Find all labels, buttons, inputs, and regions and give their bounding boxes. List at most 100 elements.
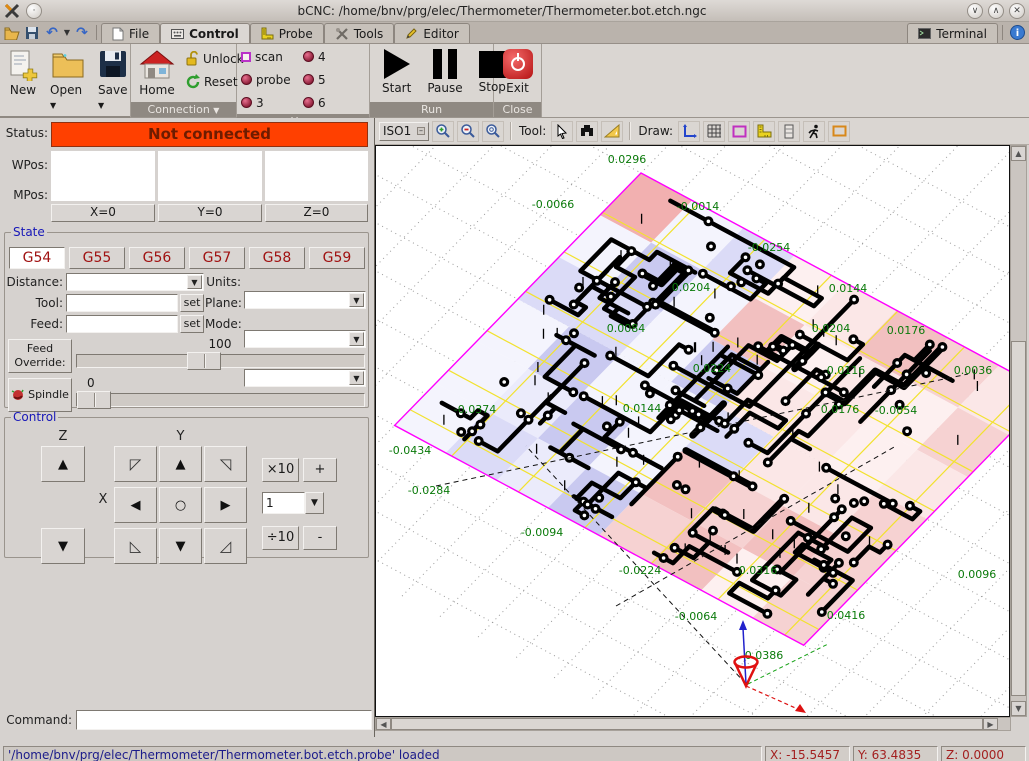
connection-status[interactable]: Not connected xyxy=(51,122,368,147)
save-button[interactable]: Save ▼ xyxy=(94,46,132,114)
step-mul10-button[interactable]: ×10 xyxy=(262,458,299,482)
pause-button[interactable]: Pause xyxy=(423,46,466,98)
gantry-icon[interactable] xyxy=(576,121,598,142)
camera-icon[interactable] xyxy=(828,121,850,142)
wcs-g55-button[interactable]: G55 xyxy=(69,247,125,269)
scroll-left-icon[interactable]: ◀ xyxy=(376,718,391,730)
spindle-button[interactable]: Spindle xyxy=(8,378,72,412)
zero-x-button[interactable]: X=0 xyxy=(51,204,155,222)
home-button[interactable]: Home xyxy=(135,46,179,100)
open-icon[interactable] xyxy=(2,22,22,43)
tab-editor[interactable]: Editor xyxy=(394,23,470,43)
maximize-button[interactable]: ∧ xyxy=(988,3,1004,19)
jog-y-up-button[interactable]: ▲ xyxy=(159,446,202,482)
step-plus-button[interactable]: + xyxy=(303,458,337,482)
ruler-icon[interactable] xyxy=(753,121,775,142)
select-cursor-icon[interactable] xyxy=(551,121,573,142)
zero-y-button[interactable]: Y=0 xyxy=(158,204,262,222)
jog-x-minus-button[interactable]: ◀ xyxy=(114,487,157,523)
zero-z-button[interactable]: Z=0 xyxy=(265,204,368,222)
workarea-icon[interactable] xyxy=(778,121,800,142)
zoom-out-icon[interactable] xyxy=(457,121,479,142)
user-button-4[interactable]: 4 xyxy=(303,50,361,64)
tab-file[interactable]: File xyxy=(101,23,160,43)
vertical-scroll-thumb[interactable] xyxy=(1011,341,1026,696)
svg-text:0.0036: 0.0036 xyxy=(954,364,993,377)
minimize-button[interactable]: ∨ xyxy=(967,3,983,19)
user-button-6[interactable]: 6 xyxy=(303,96,361,110)
gcode-viewport[interactable]: 0.0296-0.0014-0.02540.01440.01760.00360.… xyxy=(376,146,1009,716)
vertical-scrollbar[interactable]: ▲ ▼ xyxy=(1010,145,1027,717)
window-title: bCNC: /home/bnv/prg/elec/Thermometer/The… xyxy=(42,4,962,18)
new-button[interactable]: New xyxy=(4,46,42,100)
save-icon[interactable] xyxy=(22,22,42,43)
tab-tools[interactable]: Tools xyxy=(324,23,395,43)
user-button-scan[interactable]: scan xyxy=(241,50,299,64)
start-button[interactable]: Start xyxy=(378,46,415,98)
wcs-g56-button[interactable]: G56 xyxy=(129,247,185,269)
canvas-toolbar: ISO1– Tool: Draw: xyxy=(375,118,1029,145)
feed-override-button[interactable]: Feed Override: xyxy=(8,339,72,373)
jog-xy-downright-button[interactable]: ◿ xyxy=(204,528,247,564)
close-button[interactable]: ✕ xyxy=(1009,3,1025,19)
user-button-5[interactable]: 5 xyxy=(303,73,361,87)
redo-icon[interactable]: ↷ xyxy=(72,22,92,43)
feed-input[interactable] xyxy=(66,315,178,333)
tab-terminal[interactable]: Terminal xyxy=(907,23,998,43)
zoom-in-icon[interactable] xyxy=(432,121,454,142)
zoom-fit-icon[interactable] xyxy=(482,121,504,142)
window-menu-button[interactable]: · xyxy=(26,3,42,19)
scroll-up-icon[interactable]: ▲ xyxy=(1011,146,1026,161)
step-div10-button[interactable]: ÷10 xyxy=(262,526,299,550)
command-input[interactable] xyxy=(76,710,372,730)
ruler-triangle-icon[interactable] xyxy=(601,121,623,142)
step-value-combobox[interactable]: 1 xyxy=(262,492,305,514)
undo-dropdown-icon[interactable]: ▼ xyxy=(62,22,72,43)
wcs-g59-button[interactable]: G59 xyxy=(309,247,365,269)
units-combobox[interactable]: ▼ xyxy=(244,291,366,309)
gcode-canvas[interactable]: 0.0296-0.0014-0.02540.01440.01760.00360.… xyxy=(375,145,1010,717)
svg-text:0.0204: 0.0204 xyxy=(812,322,851,335)
z-axis-label: Z xyxy=(41,429,85,444)
wcs-g58-button[interactable]: G58 xyxy=(249,247,305,269)
feed-set-button[interactable]: set xyxy=(180,315,204,333)
horizontal-scrollbar[interactable]: ◀ ▶ xyxy=(375,717,1011,731)
step-dropdown-button[interactable]: ▼ xyxy=(305,492,324,514)
tool-input[interactable] xyxy=(66,294,178,312)
tab-control[interactable]: Control xyxy=(160,23,250,43)
wcs-g57-button[interactable]: G57 xyxy=(189,247,245,269)
jog-z-down-button[interactable]: ▼ xyxy=(41,528,85,564)
grid-icon[interactable] xyxy=(703,121,725,142)
jog-x-plus-button[interactable]: ▶ xyxy=(204,487,247,523)
exit-button[interactable]: Exit xyxy=(499,46,537,98)
jog-z-up-button[interactable]: ▲ xyxy=(41,446,85,482)
feed-override-slider-handle[interactable] xyxy=(187,352,221,370)
tool-set-button[interactable]: set xyxy=(180,294,204,312)
distance-label: Distance: xyxy=(5,275,63,289)
horizontal-scroll-thumb[interactable] xyxy=(391,718,983,730)
user-button-3[interactable]: 3 xyxy=(241,96,299,110)
user-button-probe[interactable]: probe xyxy=(241,73,299,87)
mode-combobox[interactable]: ▼ xyxy=(244,369,366,387)
spindle-slider-handle[interactable] xyxy=(77,391,111,409)
view-selector[interactable]: ISO1– xyxy=(379,122,429,141)
open-button[interactable]: Open ▼ xyxy=(46,46,90,114)
motion-icon[interactable] xyxy=(803,121,825,142)
jog-y-down-button[interactable]: ▼ xyxy=(159,528,202,564)
jog-xy-upleft-button[interactable]: ◸ xyxy=(114,446,157,482)
info-icon[interactable]: i xyxy=(1007,22,1027,43)
distance-combobox[interactable]: ▼ xyxy=(66,273,204,291)
jog-home-button[interactable]: ○ xyxy=(159,487,202,523)
jog-xy-downleft-button[interactable]: ◺ xyxy=(114,528,157,564)
jog-xy-upright-button[interactable]: ◹ xyxy=(204,446,247,482)
undo-icon[interactable]: ↶ xyxy=(42,22,62,43)
scroll-down-icon[interactable]: ▼ xyxy=(1011,701,1026,716)
wcs-g54-button[interactable]: G54 xyxy=(9,247,65,269)
margin-icon[interactable] xyxy=(728,121,750,142)
step-minus-button[interactable]: - xyxy=(303,526,337,550)
tab-probe[interactable]: Probe xyxy=(250,23,324,43)
axes-icon[interactable] xyxy=(678,121,700,142)
svg-text:0.0176: 0.0176 xyxy=(887,324,926,337)
scroll-right-icon[interactable]: ▶ xyxy=(983,718,998,730)
spindle-slider[interactable] xyxy=(76,393,365,407)
